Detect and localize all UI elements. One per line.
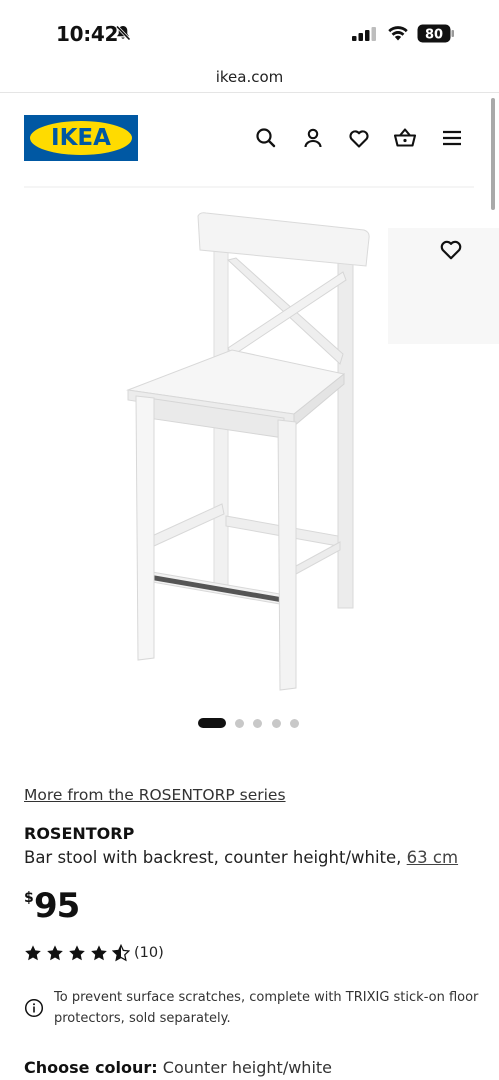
protector-notice: To prevent surface scratches, complete w… — [54, 990, 479, 1026]
star-icon — [25, 945, 41, 961]
site-header: IKEA — [0, 92, 499, 184]
star-icon — [91, 945, 107, 961]
basket-icon[interactable] — [393, 126, 417, 150]
status-time: 10:42 — [56, 22, 119, 46]
size-link[interactable]: 63 cm — [407, 848, 458, 867]
colour-selector[interactable]: Choose colour: Counter height/white — [24, 1058, 332, 1077]
half-star-icon — [112, 944, 130, 962]
description-text: Bar stool with backrest, counter height/… — [24, 848, 407, 867]
battery-icon: 80 — [417, 24, 454, 43]
carousel-dot-active[interactable] — [198, 718, 226, 728]
product-name: ROSENTORP — [24, 824, 135, 843]
review-count: (10) — [134, 945, 164, 961]
star-icon — [69, 945, 85, 961]
menu-icon[interactable] — [440, 126, 464, 150]
favourites-icon[interactable] — [347, 126, 371, 150]
carousel-dot[interactable] — [290, 719, 299, 728]
search-icon[interactable] — [254, 126, 278, 150]
wifi-icon — [388, 26, 408, 41]
colour-value: Counter height/white — [162, 1058, 332, 1077]
add-to-favourites-icon[interactable] — [438, 236, 464, 262]
status-bar: 10:42 80 — [0, 0, 499, 62]
carousel-dot[interactable] — [235, 719, 244, 728]
logo-text: IKEA — [51, 125, 111, 151]
address-bar[interactable]: ikea.com — [0, 62, 499, 93]
cellular-signal-icon — [352, 27, 376, 41]
url-text: ikea.com — [215, 68, 284, 86]
star-icon — [47, 945, 63, 961]
carousel-dot[interactable] — [272, 719, 281, 728]
series-link[interactable]: More from the ROSENTORP series — [24, 786, 286, 804]
battery-level: 80 — [425, 28, 443, 43]
colour-label: Choose colour: — [24, 1058, 158, 1077]
carousel-dot[interactable] — [253, 719, 262, 728]
account-icon[interactable] — [301, 126, 325, 150]
silent-bell-icon — [115, 25, 131, 41]
info-icon — [24, 998, 44, 1018]
price-currency: $ — [24, 890, 34, 906]
product-image[interactable] — [0, 186, 499, 706]
product-description: Bar stool with backrest, counter height/… — [24, 848, 458, 867]
price-amount: 95 — [34, 886, 80, 926]
ikea-logo[interactable]: IKEA — [24, 115, 138, 161]
